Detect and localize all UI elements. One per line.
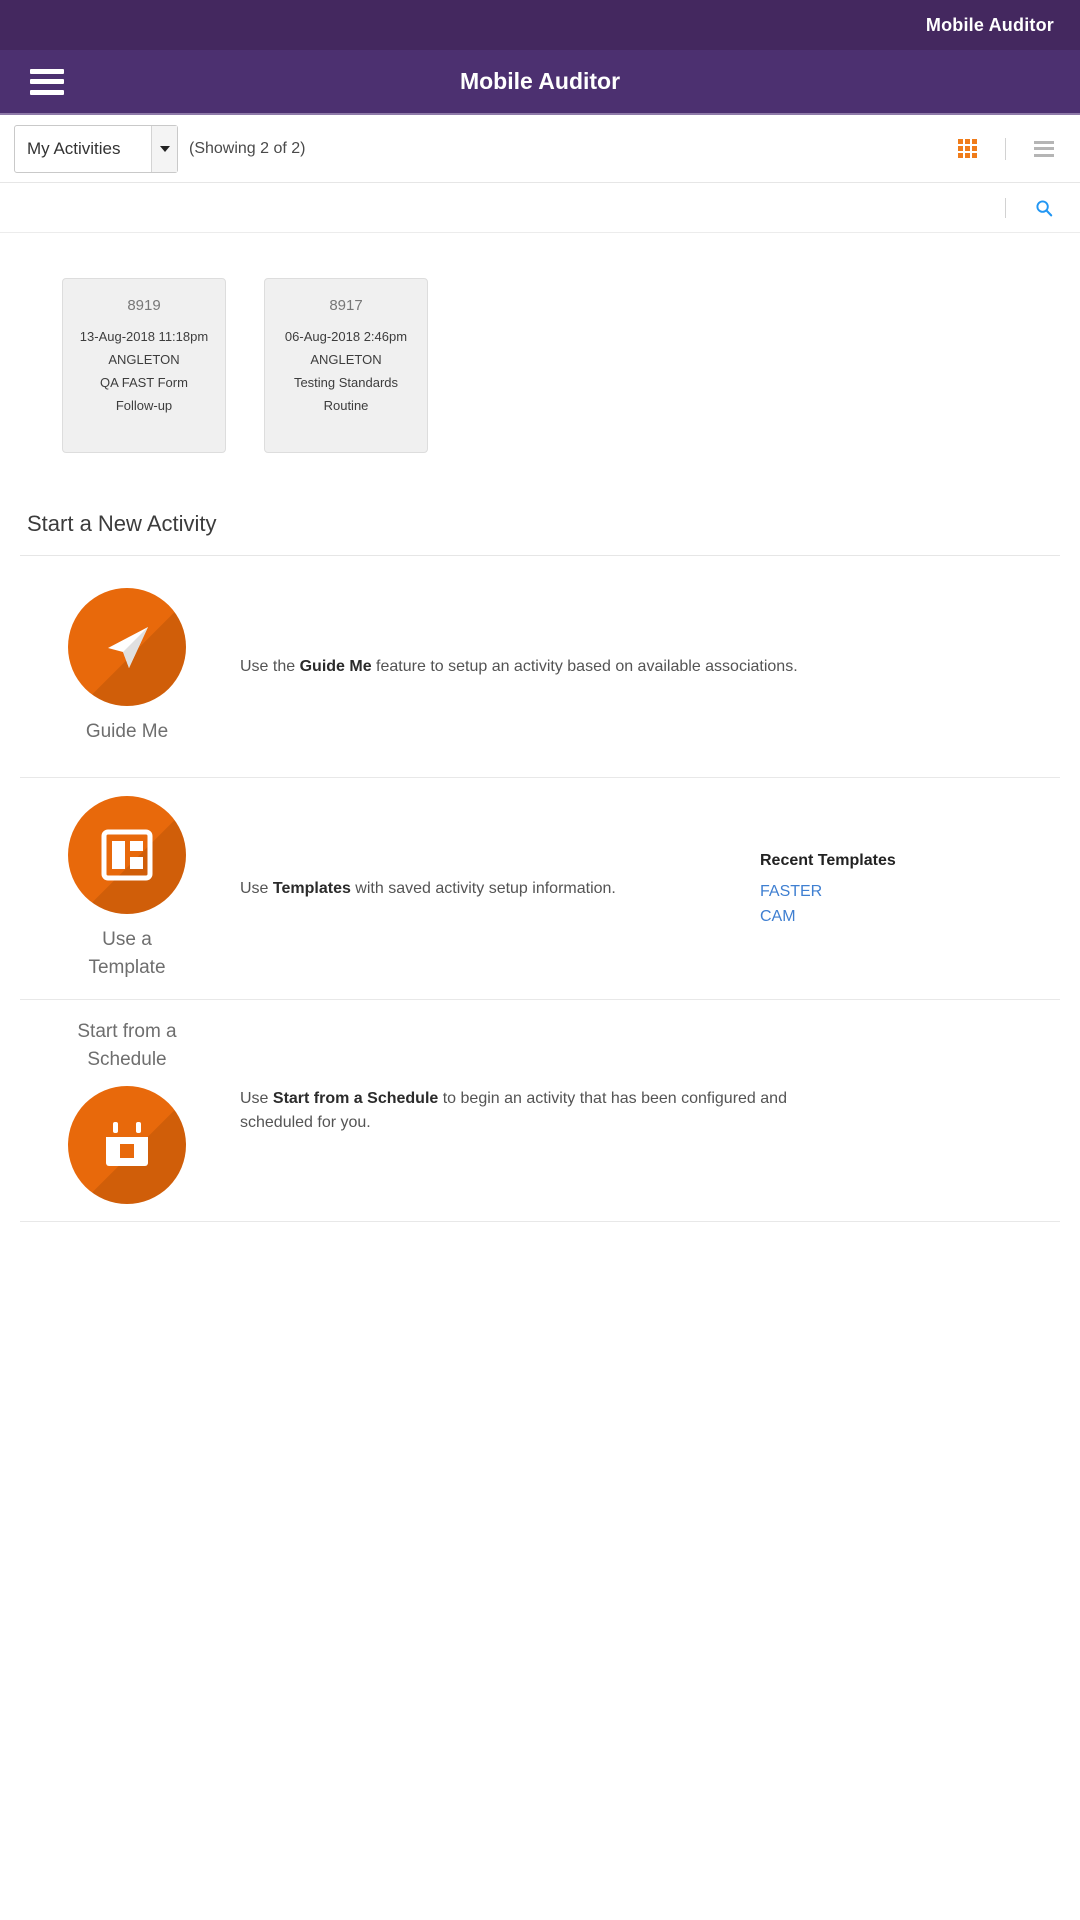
recent-template-link[interactable]: CAM [760,904,1060,929]
top-bar-title: Mobile Auditor [925,14,1054,35]
recent-templates-panel: Recent Templates FASTER CAM [760,848,1060,929]
hamburger-bar [30,68,64,74]
use-template-row[interactable]: Use a Template Use Templates with saved … [20,778,1060,1000]
schedule-label-line1: Start from a [77,1020,177,1042]
activity-datetime: 13-Aug-2018 11:18pm [79,329,209,344]
activity-type: Routine [323,398,369,413]
activity-type: Follow-up [115,398,173,413]
start-from-schedule-row[interactable]: Start from a Schedule Use Start from a S… [20,1000,1060,1222]
search-divider [1005,197,1006,218]
start-from-schedule-button[interactable]: Start from a Schedule [20,1018,234,1204]
page-title: Mobile Auditor [459,68,621,94]
activity-card[interactable]: 8919 13-Aug-2018 11:18pm ANGLETON QA FAS… [62,278,226,453]
desc-text-pre: Use [240,879,273,897]
use-template-description: Use Templates with saved activity setup … [234,877,760,901]
toolbar-divider [1005,137,1006,160]
list-view-icon[interactable] [1034,140,1054,157]
activity-filter-wrapper: My Activities [14,124,178,173]
guide-me-label: Guide Me [85,720,169,742]
app-header-bar: Mobile Auditor [0,50,1080,115]
hamburger-bar [30,89,64,95]
desc-text-bold: Templates [272,879,351,897]
desc-text-pre: Use [240,1089,273,1107]
activity-filter-select[interactable]: My Activities [14,124,178,173]
desc-text-bold: Guide Me [299,657,372,675]
desc-text-post: feature to setup an activity based on av… [371,657,798,675]
activity-datetime: 06-Aug-2018 2:46pm [284,329,408,344]
activity-location: ANGLETON [310,352,382,367]
activity-location: ANGLETON [108,352,180,367]
paper-plane-icon [68,587,186,706]
use-template-label-line2: Template [88,956,166,978]
use-template-label-line1: Use a [102,928,152,950]
calendar-icon [68,1085,186,1204]
view-toggle-group [958,137,1054,160]
desc-text-bold: Start from a Schedule [272,1089,439,1107]
new-activity-heading: Start a New Activity [20,453,1060,556]
activity-form: Testing Standards [293,375,399,390]
hamburger-menu-icon[interactable] [30,68,64,95]
template-layout-icon [68,795,186,914]
guide-me-description: Use the Guide Me feature to setup an act… [234,655,854,679]
top-status-bar: Mobile Auditor [0,0,1080,50]
start-from-schedule-label: Start from a Schedule [77,1018,176,1074]
schedule-label-line2: Schedule [87,1048,167,1070]
search-icon[interactable] [1034,198,1054,218]
use-template-button[interactable]: Use a Template [20,795,234,982]
recent-template-link[interactable]: FASTER [760,879,1060,904]
recent-templates-title: Recent Templates [760,852,896,869]
start-from-schedule-description: Use Start from a Schedule to begin an ac… [234,1087,854,1135]
hamburger-bar [30,79,64,84]
activity-form: QA FAST Form [100,375,188,390]
activity-card-list: 8919 13-Aug-2018 11:18pm ANGLETON QA FAS… [0,233,1080,453]
search-row [0,183,1080,233]
use-template-label: Use a Template [88,926,165,982]
desc-text-pre: Use the [240,657,300,675]
desc-text-post: with saved activity setup information. [350,879,616,897]
activities-toolbar: My Activities (Showing 2 of 2) [0,115,1080,183]
activity-id: 8917 [329,297,363,314]
activity-card[interactable]: 8917 06-Aug-2018 2:46pm ANGLETON Testing… [264,278,428,453]
activity-id: 8919 [127,297,161,314]
guide-me-row[interactable]: Guide Me Use the Guide Me feature to set… [20,556,1060,778]
showing-count-label: (Showing 2 of 2) [189,139,306,157]
guide-me-button[interactable]: Guide Me [20,587,234,746]
grid-view-icon[interactable] [958,139,977,158]
